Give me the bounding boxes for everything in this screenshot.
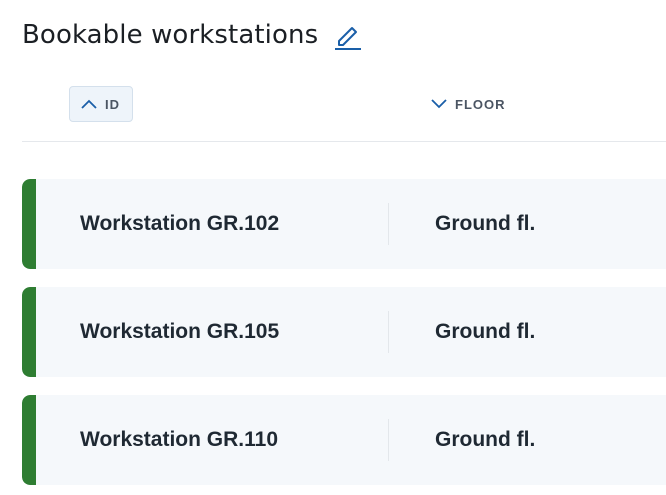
sort-by-id-button[interactable]: ID	[69, 86, 133, 122]
status-indicator	[22, 395, 36, 485]
workstation-list: Workstation GR.102 Ground fl. Workstatio…	[22, 179, 666, 495]
workstation-floor: Ground fl.	[435, 320, 536, 343]
column-separator	[388, 311, 389, 353]
status-indicator	[22, 287, 36, 377]
workstation-row[interactable]: Workstation GR.105 Ground fl.	[22, 287, 666, 377]
column-header-floor: FLOOR	[455, 96, 506, 112]
page-title: Bookable workstations	[22, 20, 319, 50]
workstation-floor: Ground fl.	[435, 428, 536, 451]
edit-title-button[interactable]	[332, 18, 364, 52]
chevron-down-icon	[431, 99, 447, 109]
workstation-id: Workstation GR.102	[80, 212, 280, 235]
column-separator	[388, 419, 389, 461]
sort-by-floor-button[interactable]: FLOOR	[430, 86, 506, 122]
pencil-icon	[335, 27, 362, 50]
column-header-id: ID	[105, 96, 120, 112]
workstation-id: Workstation GR.110	[80, 428, 279, 451]
workstation-id: Workstation GR.105	[80, 320, 280, 343]
title-row: Bookable workstations	[22, 14, 364, 56]
header-divider	[22, 141, 666, 142]
status-indicator	[22, 179, 36, 269]
column-separator	[388, 203, 389, 245]
workstation-floor: Ground fl.	[435, 212, 536, 235]
workstation-row[interactable]: Workstation GR.110 Ground fl.	[22, 395, 666, 485]
bookable-workstations-page: Bookable workstations ID FLOOR Workstati…	[0, 0, 666, 495]
workstation-row[interactable]: Workstation GR.102 Ground fl.	[22, 179, 666, 269]
chevron-up-icon	[81, 99, 97, 109]
